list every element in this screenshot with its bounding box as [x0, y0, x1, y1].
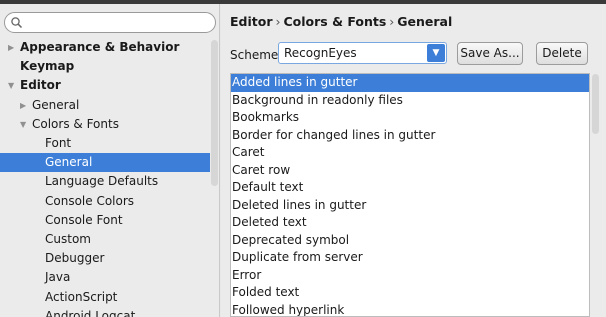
- search-input[interactable]: [4, 12, 216, 33]
- sidebar-item-label: Colors & Fonts: [32, 116, 119, 131]
- breadcrumb-editor[interactable]: Editor: [230, 14, 273, 29]
- list-item[interactable]: Deprecated symbol: [231, 232, 589, 250]
- breadcrumb-separator: ›: [389, 14, 395, 29]
- sidebar-item[interactable]: ▶ General: [0, 96, 210, 115]
- sidebar-item-label: General: [32, 97, 80, 112]
- collapsed-arrow-icon[interactable]: ▶: [20, 96, 30, 115]
- sidebar-item-label: Debugger: [45, 251, 105, 266]
- sidebar-item-label: General: [45, 155, 93, 170]
- sidebar-item[interactable]: General: [0, 153, 210, 173]
- main-panel: Editor › Colors & Fonts › General Scheme: Re…: [221, 4, 606, 317]
- sidebar-item[interactable]: ActionScript: [0, 288, 210, 307]
- search-icon: [11, 17, 23, 29]
- settings-sidebar: ▶ Appearance & Behavior Keymap ▼ Editor ▶ Gene…: [0, 4, 220, 317]
- sidebar-item-label: Custom: [45, 232, 91, 246]
- list-item[interactable]: Duplicate from server: [231, 249, 589, 267]
- list-item[interactable]: Caret row: [231, 162, 589, 180]
- list-item[interactable]: Error: [231, 267, 589, 285]
- breadcrumb-separator: ›: [275, 14, 281, 29]
- sidebar-item[interactable]: ▼ Colors & Fonts: [0, 115, 210, 134]
- sidebar-item-label: Appearance & Behavior: [20, 40, 180, 54]
- sidebar-item-label: Keymap: [20, 59, 75, 74]
- scheme-select[interactable]: RecognEyes ▼: [278, 42, 447, 64]
- breadcrumb-general: General: [397, 14, 453, 29]
- sidebar-item-label: Java: [45, 270, 71, 285]
- color-keys-list: Added lines in gutter Background in reado…: [230, 73, 590, 317]
- chevron-down-icon[interactable]: ▼: [427, 44, 445, 62]
- scheme-select-value: RecognEyes: [284, 46, 357, 60]
- sidebar-item[interactable]: ▶ Appearance & Behavior: [0, 38, 210, 57]
- sidebar-item[interactable]: Custom: [0, 230, 210, 249]
- sidebar-item-label: Console Colors: [45, 193, 135, 208]
- expanded-arrow-icon[interactable]: ▼: [20, 115, 30, 134]
- list-item[interactable]: Bookmarks: [231, 109, 589, 127]
- sidebar-item[interactable]: Console Colors: [0, 192, 210, 211]
- sidebar-item-label: ActionScript: [45, 289, 118, 304]
- sidebar-item-label: Language Defaults: [45, 174, 159, 189]
- sidebar-item[interactable]: Font: [0, 134, 210, 153]
- scheme-label: Scheme:: [230, 48, 283, 62]
- list-item[interactable]: Deleted lines in gutter: [231, 197, 589, 215]
- list-item[interactable]: Background in readonly files: [231, 92, 589, 110]
- sidebar-item[interactable]: Debugger: [0, 249, 210, 268]
- sidebar-item[interactable]: Language Defaults: [0, 172, 210, 191]
- list-item[interactable]: Added lines in gutter: [231, 74, 589, 92]
- breadcrumb-colors-fonts[interactable]: Colors & Fonts: [284, 14, 387, 29]
- expanded-arrow-icon[interactable]: ▼: [8, 76, 18, 95]
- sidebar-item[interactable]: Java: [0, 268, 210, 287]
- list-item[interactable]: Caret: [231, 144, 589, 162]
- list-item[interactable]: Folded text: [231, 284, 589, 302]
- sidebar-item[interactable]: Keymap: [0, 57, 210, 76]
- sidebar-item[interactable]: Android Logcat: [0, 307, 210, 317]
- sidebar-item-label: Editor: [20, 78, 61, 93]
- sidebar-item-label: Android Logcat: [45, 308, 136, 317]
- breadcrumb: Editor › Colors & Fonts › General: [230, 14, 452, 29]
- list-item[interactable]: Followed hyperlink: [231, 302, 589, 317]
- sidebar-scrollbar[interactable]: [211, 40, 218, 186]
- collapsed-arrow-icon[interactable]: ▶: [8, 38, 18, 57]
- sidebar-item-label: Font: [45, 136, 72, 150]
- sidebar-item[interactable]: Console Font: [0, 211, 210, 230]
- list-item[interactable]: Default text: [231, 179, 589, 197]
- save-as-button[interactable]: Save As...: [457, 42, 523, 65]
- list-item[interactable]: Deleted text: [231, 214, 589, 232]
- delete-button[interactable]: Delete: [536, 42, 588, 65]
- list-scrollbar[interactable]: [592, 74, 599, 134]
- sidebar-item-label: Console Font: [45, 212, 123, 227]
- sidebar-item[interactable]: ▼ Editor: [0, 76, 210, 95]
- list-item[interactable]: Border for changed lines in gutter: [231, 127, 589, 145]
